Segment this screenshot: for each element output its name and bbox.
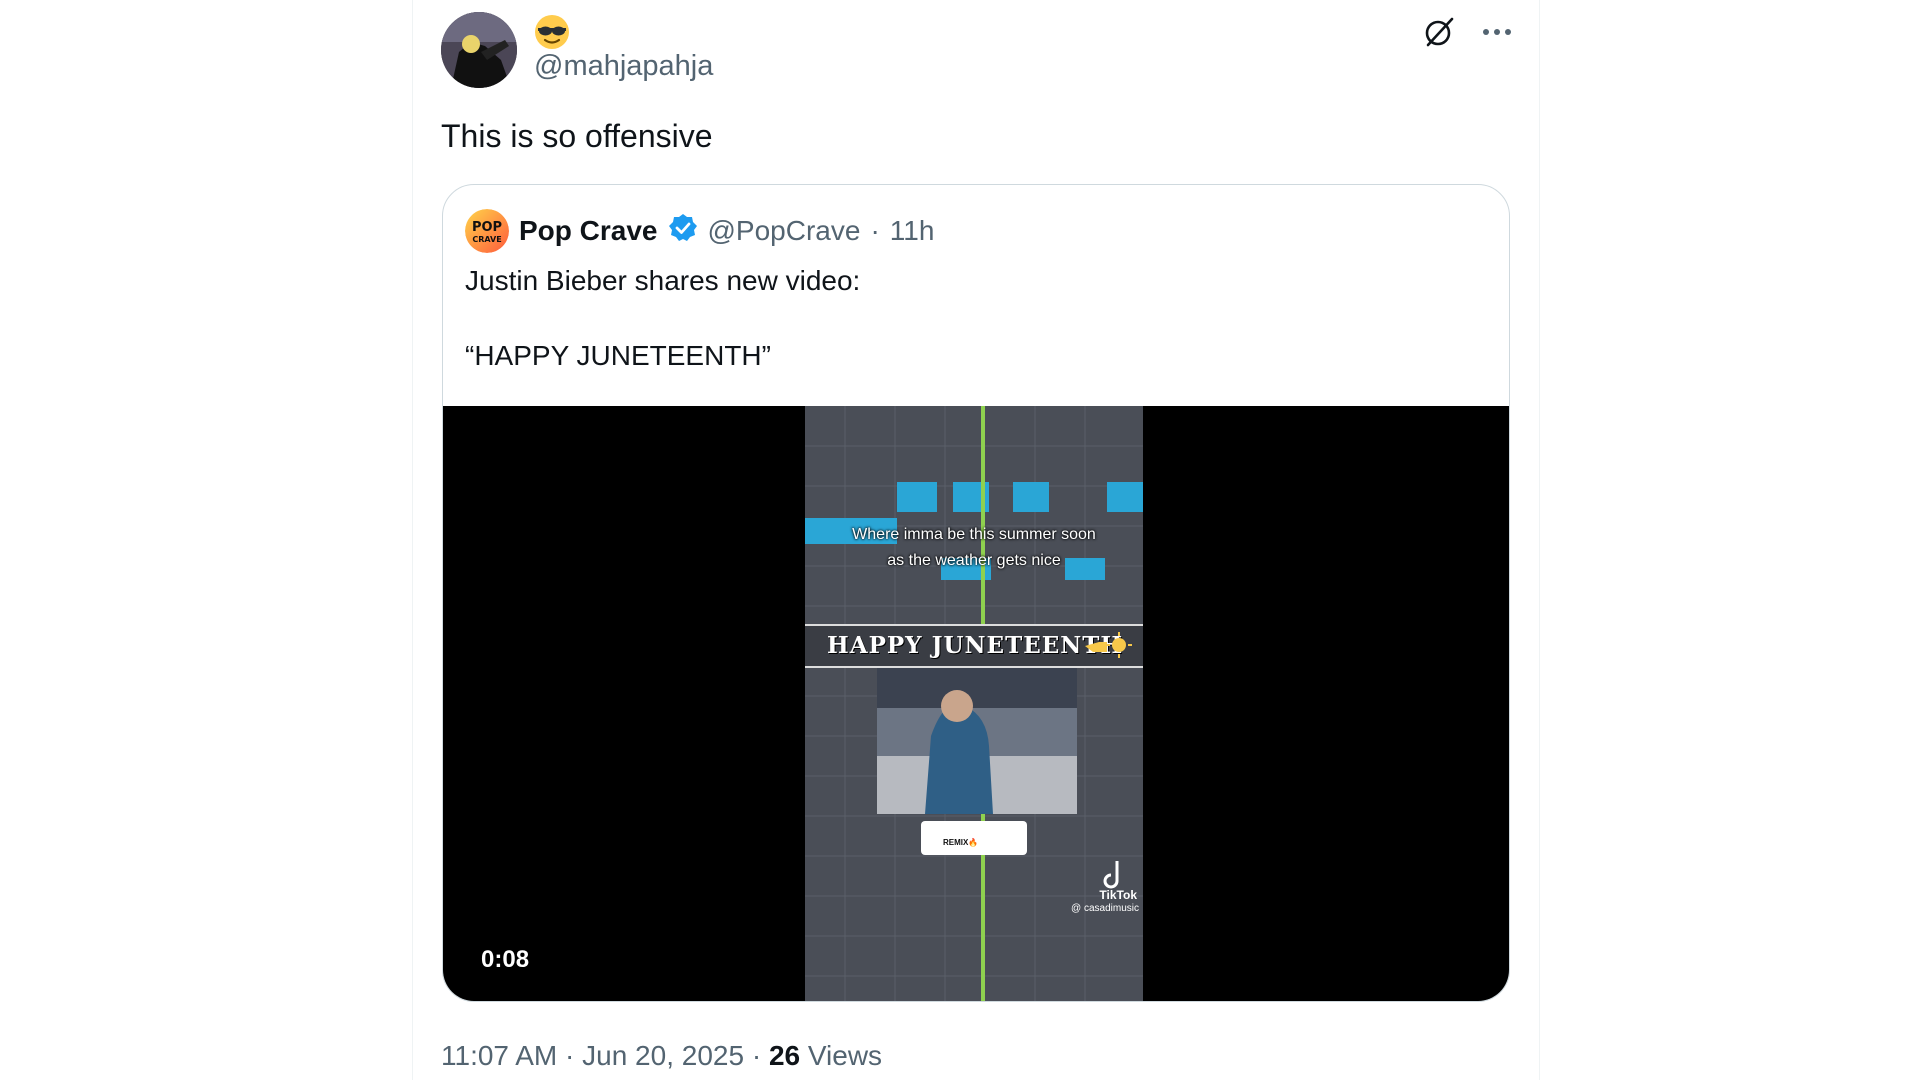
quoted-tweet-header: POP CRAVE Pop Crave @PopCrave · 11h [465,209,934,253]
post-time[interactable]: 11:07 AM [441,1040,557,1071]
quoted-text-line-1: Justin Bieber shares new video: [465,265,861,296]
separator-dot: · [565,1040,575,1071]
quoted-text-line-2: “HAPPY JUNETEENTH” [465,340,771,371]
quoted-tweet[interactable]: POP CRAVE Pop Crave @PopCrave · 11h Just… [442,184,1510,1002]
banner-text: HAPPY JUNETEENTH [827,632,1124,659]
views-label: Views [807,1040,883,1071]
sunglasses-emoji-icon [534,14,570,50]
views-count: 26 [768,1040,801,1071]
tweet-meta: 11:07 AM · Jun 20, 2025 · 26 Views [441,1040,882,1072]
avatar[interactable] [441,12,517,88]
tweet-text: This is so offensive [441,118,713,154]
svg-text:CRAVE: CRAVE [472,235,501,244]
pointing-hand-sun-emoji-icon [1083,630,1133,667]
video-duration: 0:08 [481,946,530,973]
more-options-icon[interactable] [1479,14,1515,50]
quoted-author-handle[interactable]: @PopCrave [708,215,861,247]
svg-text:POP: POP [472,220,502,235]
remix-label: REMIX🔥 [943,838,979,847]
video-player[interactable]: Where imma be this summer soon as the we… [443,406,1509,1001]
quoted-avatar[interactable]: POP CRAVE [465,209,509,253]
video-caption-1: Where imma be this summer soon [852,526,1096,543]
tiktok-label: TikTok [1099,888,1137,902]
author-handle[interactable]: @mahjapahja [534,50,713,83]
separator-dot: · [751,1040,762,1071]
grok-icon[interactable] [1421,14,1457,50]
post-date[interactable]: Jun 20, 2025 [582,1040,744,1071]
video-frame: Where imma be this summer soon as the we… [805,406,1143,1001]
separator-dot: · [870,215,880,246]
tweet-actions [1421,14,1515,50]
video-banner: HAPPY JUNETEENTH [805,624,1143,668]
quoted-author-name[interactable]: Pop Crave [519,215,658,247]
video-caption-2: as the weather gets nice [887,552,1061,569]
quoted-timestamp[interactable]: 11h [890,215,935,247]
verified-badge-icon [668,213,698,250]
tiktok-user: @ casadimusic [1071,903,1139,914]
